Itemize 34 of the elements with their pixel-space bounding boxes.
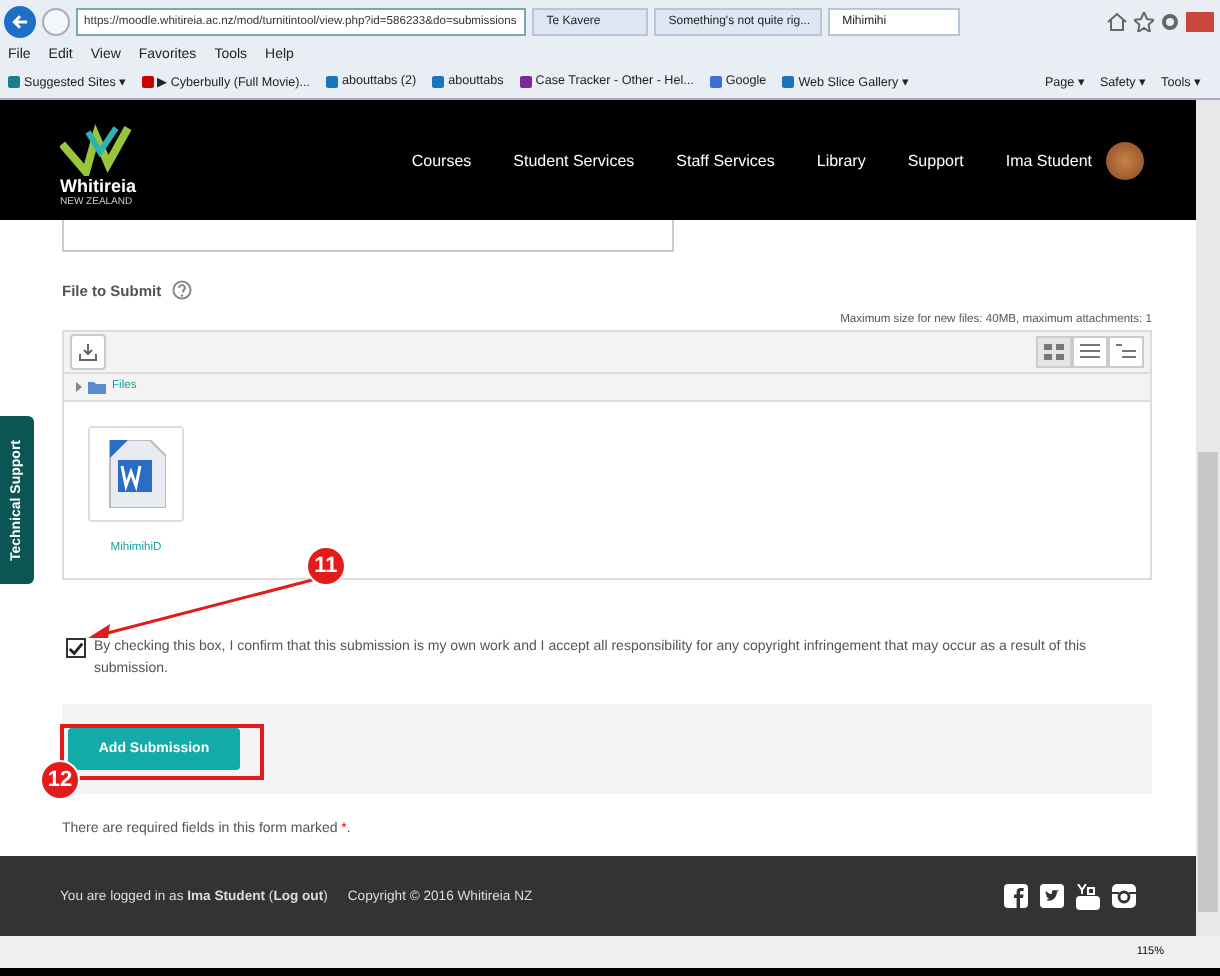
scrollbar[interactable] <box>1196 100 1220 936</box>
nav-link[interactable]: Courses <box>411 151 472 169</box>
text-field[interactable] <box>62 220 674 252</box>
nav-link[interactable]: Staff Services <box>676 151 775 169</box>
document-icon <box>106 440 166 508</box>
home-icon[interactable] <box>1106 12 1128 32</box>
list-icon <box>1080 343 1100 360</box>
arrow-icon <box>10 12 30 32</box>
annotation-badge: 11 <box>306 546 346 586</box>
tree-icon <box>1116 343 1136 360</box>
video-icon[interactable] <box>1076 883 1100 909</box>
twitter-icon[interactable] <box>1040 884 1064 908</box>
back-button[interactable] <box>4 6 36 38</box>
help-icon[interactable] <box>171 280 192 300</box>
star-icon[interactable] <box>1134 12 1154 32</box>
folder-icon <box>76 379 108 394</box>
avatar[interactable] <box>1106 141 1144 179</box>
annotation-badge: 12 <box>40 760 80 800</box>
logo-text: Whitireia <box>60 176 137 196</box>
settings-icon[interactable] <box>1160 12 1180 32</box>
upload-button[interactable] <box>70 333 106 370</box>
logo-icon <box>60 124 132 176</box>
grid-icon <box>1044 343 1064 360</box>
view-mode-button[interactable] <box>1072 335 1108 368</box>
download-icon <box>78 341 98 362</box>
user-menu[interactable]: Ima Student <box>1005 151 1092 169</box>
camera-icon[interactable] <box>1112 884 1136 908</box>
nav-link[interactable]: Support <box>907 151 964 169</box>
nav-link[interactable]: Library <box>816 151 866 169</box>
view-mode-button[interactable] <box>1108 335 1144 368</box>
view-mode-button[interactable] <box>1036 335 1072 368</box>
facebook-icon[interactable] <box>1004 884 1028 908</box>
nav-link[interactable]: Student Services <box>513 151 635 169</box>
checkbox[interactable] <box>66 638 86 658</box>
